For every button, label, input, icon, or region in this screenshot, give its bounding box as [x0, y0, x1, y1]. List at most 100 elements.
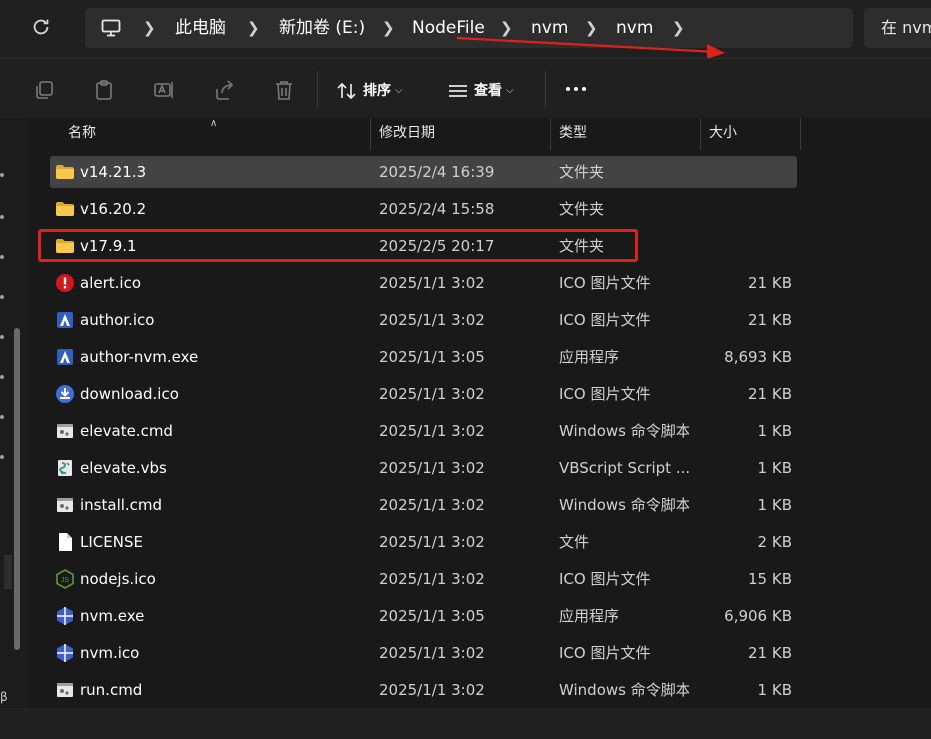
file-row[interactable]: install.cmd 2025/1/1 3:02 Windows 命令脚本 1 KB [50, 489, 797, 521]
file-name: run.cmd [80, 681, 143, 699]
file-row[interactable]: nvm.exe 2025/1/1 3:05 应用程序 6,906 KB [50, 600, 797, 632]
file-modified: 2025/2/4 16:39 [379, 163, 495, 181]
file-size: 1 KB [757, 459, 792, 477]
file-row[interactable]: JS nodejs.ico 2025/1/1 3:02 ICO 图片文件 15 KB [50, 563, 797, 595]
author-icon [55, 347, 75, 367]
nav-expander-icon[interactable] [0, 415, 4, 419]
file-modified: 2025/1/1 3:02 [379, 533, 485, 551]
breadcrumb-item[interactable]: 此电脑 [175, 8, 226, 48]
cmd-file-icon [55, 495, 75, 515]
file-type: Windows 命令脚本 [559, 496, 689, 514]
file-size: 21 KB [748, 385, 792, 403]
column-name[interactable]: 名称 [68, 118, 96, 150]
nav-expander-icon[interactable] [0, 375, 4, 379]
file-size: 1 KB [757, 422, 792, 440]
column-type[interactable]: 类型 [559, 118, 587, 150]
column-modified[interactable]: 修改日期 [379, 118, 435, 150]
column-divider[interactable] [700, 118, 701, 150]
refresh-icon[interactable] [30, 16, 60, 42]
nav-expander-icon[interactable] [0, 455, 4, 459]
file-modified: 2025/1/1 3:02 [379, 681, 485, 699]
file-name: install.cmd [80, 496, 163, 514]
file-modified: 2025/1/1 3:02 [379, 459, 485, 477]
file-row[interactable]: download.ico 2025/1/1 3:02 ICO 图片文件 21 KB [50, 378, 797, 410]
column-divider[interactable] [550, 118, 551, 150]
vbs-file-icon [55, 458, 75, 478]
file-name: author.ico [80, 311, 155, 329]
nav-expander-icon[interactable] [0, 255, 4, 259]
file-type: 应用程序 [559, 348, 620, 366]
file-type: ICO 图片文件 [559, 570, 651, 588]
file-name: LICENSE [80, 533, 143, 551]
file-size: 8,693 KB [724, 348, 792, 366]
delete-icon[interactable] [273, 79, 295, 101]
copy-icon[interactable] [33, 79, 55, 101]
file-name: nvm.ico [80, 644, 140, 662]
file-modified: 2025/1/1 3:02 [379, 385, 485, 403]
file-row[interactable]: v16.20.2 2025/2/4 15:58 文件夹 [50, 193, 797, 225]
file-modified: 2025/1/1 3:02 [379, 422, 485, 440]
author-icon [55, 310, 75, 330]
nav-expander-icon[interactable] [0, 335, 4, 339]
chevron-right-icon[interactable]: ❯ [382, 8, 395, 48]
file-type: 文件 [559, 533, 590, 551]
file-type: ICO 图片文件 [559, 385, 651, 403]
nav-selected-item[interactable] [4, 555, 12, 589]
file-size: 15 KB [748, 570, 792, 588]
nav-expander-icon[interactable] [0, 215, 4, 219]
breadcrumb-item[interactable]: 新加卷 (E:) [279, 8, 365, 48]
paste-icon[interactable] [93, 79, 115, 101]
file-name: author-nvm.exe [80, 348, 199, 366]
file-type: ICO 图片文件 [559, 311, 651, 329]
share-icon[interactable] [213, 79, 235, 101]
file-row[interactable]: nvm.ico 2025/1/1 3:02 ICO 图片文件 21 KB [50, 637, 797, 669]
nvm-icon [55, 643, 75, 663]
sort-icon [337, 82, 356, 99]
file-row[interactable]: v14.21.3 2025/2/4 16:39 文件夹 [50, 156, 797, 188]
view-label: 查看 [474, 82, 502, 99]
nav-expander-icon[interactable] [0, 295, 4, 299]
toolbar-divider [545, 71, 546, 107]
sort-button[interactable]: 排序 ⌵ [337, 75, 403, 105]
file-modified: 2025/1/1 3:05 [379, 348, 485, 366]
file-row[interactable]: LICENSE 2025/1/1 3:02 文件 2 KB [50, 526, 797, 558]
file-modified: 2025/2/4 15:58 [379, 200, 495, 218]
more-options-icon[interactable] [565, 77, 589, 101]
file-type: Windows 命令脚本 [559, 422, 689, 440]
rename-icon[interactable] [153, 79, 175, 101]
chevron-right-icon[interactable]: ❯ [247, 8, 260, 48]
status-strip [0, 708, 931, 739]
file-size: 21 KB [748, 274, 792, 292]
file-row[interactable]: elevate.vbs 2025/1/1 3:02 VBScript Script … [50, 452, 797, 484]
file-name: download.ico [80, 385, 179, 403]
file-type: 文件夹 [559, 163, 605, 181]
column-divider[interactable] [370, 118, 371, 150]
view-button[interactable]: 查看 ⌵ [448, 75, 514, 105]
column-divider[interactable] [800, 118, 801, 150]
annotation-highlight-box [38, 229, 638, 262]
file-type: Windows 命令脚本 [559, 681, 689, 699]
file-size: 21 KB [748, 311, 792, 329]
file-row[interactable]: author-nvm.exe 2025/1/1 3:05 应用程序 8,693 KB [50, 341, 797, 373]
file-name: alert.ico [80, 274, 141, 292]
chevron-right-icon[interactable]: ❯ [143, 8, 156, 48]
file-row[interactable]: elevate.cmd 2025/1/1 3:02 Windows 命令脚本 1 KB [50, 415, 797, 447]
search-input[interactable]: 在 nvm 中搜索 [864, 8, 931, 48]
blank-file-icon [55, 532, 75, 552]
navigation-pane[interactable] [0, 118, 28, 708]
search-placeholder: 在 nvm 中搜索 [881, 18, 931, 37]
file-row[interactable]: author.ico 2025/1/1 3:02 ICO 图片文件 21 KB [50, 304, 797, 336]
nav-glyph: β [0, 690, 8, 704]
file-row[interactable]: alert.ico 2025/1/1 3:02 ICO 图片文件 21 KB [50, 267, 797, 299]
nav-scrollbar[interactable] [14, 328, 20, 650]
this-pc-icon[interactable] [101, 19, 121, 37]
file-name: nvm.exe [80, 607, 145, 625]
nav-expander-icon[interactable] [0, 173, 4, 177]
command-bar: 排序 ⌵ 查看 ⌵ [0, 58, 931, 119]
folder-icon [55, 162, 75, 182]
column-size[interactable]: 大小 [709, 118, 737, 150]
file-type: 应用程序 [559, 607, 620, 625]
file-row[interactable]: run.cmd 2025/1/1 3:02 Windows 命令脚本 1 KB [50, 674, 797, 706]
alert-icon [55, 273, 75, 293]
column-header: 名称 ∧ 修改日期 类型 大小 [30, 118, 931, 150]
